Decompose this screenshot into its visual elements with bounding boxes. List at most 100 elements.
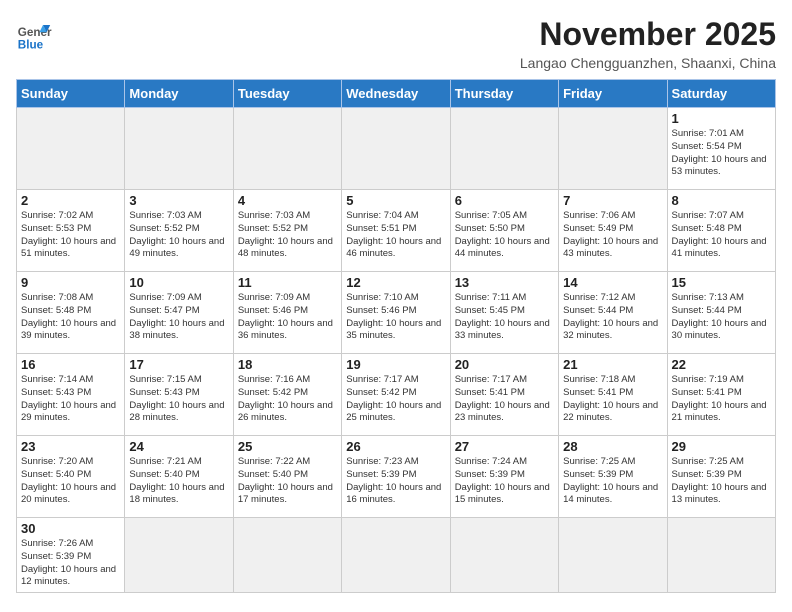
calendar-cell: 14 Sunrise: 7:12 AM Sunset: 5:44 PM Dayli… bbox=[559, 272, 667, 354]
calendar-cell: 12 Sunrise: 7:10 AM Sunset: 5:46 PM Dayli… bbox=[342, 272, 450, 354]
day-number: 23 bbox=[21, 439, 120, 454]
day-number: 25 bbox=[238, 439, 337, 454]
day-sun-info: Sunrise: 7:09 AM Sunset: 5:46 PM Dayligh… bbox=[238, 292, 337, 343]
calendar-cell: 4Sunrise: 7:03 AM Sunset: 5:52 PM Daylig… bbox=[233, 190, 341, 272]
day-sun-info: Sunrise: 7:11 AM Sunset: 5:45 PM Dayligh… bbox=[455, 292, 554, 343]
calendar-cell: 20 Sunrise: 7:17 AM Sunset: 5:41 PM Dayli… bbox=[450, 354, 558, 436]
day-sun-info: Sunrise: 7:02 AM Sunset: 5:53 PM Dayligh… bbox=[21, 210, 120, 261]
svg-text:Blue: Blue bbox=[18, 38, 44, 51]
calendar-week-row: 30 Sunrise: 7:26 AM Sunset: 5:39 PM Dayli… bbox=[17, 518, 776, 593]
day-number: 5 bbox=[346, 193, 445, 208]
calendar-cell bbox=[450, 108, 558, 190]
day-sun-info: Sunrise: 7:17 AM Sunset: 5:41 PM Dayligh… bbox=[455, 374, 554, 425]
day-sun-info: Sunrise: 7:09 AM Sunset: 5:47 PM Dayligh… bbox=[129, 292, 228, 343]
calendar-cell: 3 Sunrise: 7:03 AM Sunset: 5:52 PM Daylig… bbox=[125, 190, 233, 272]
day-number: 20 bbox=[455, 357, 554, 372]
day-sun-info: Sunrise: 7:20 AM Sunset: 5:40 PM Dayligh… bbox=[21, 456, 120, 507]
day-sun-info: Sunrise: 7:12 AM Sunset: 5:44 PM Dayligh… bbox=[563, 292, 662, 343]
calendar-cell: 9 Sunrise: 7:08 AM Sunset: 5:48 PM Daylig… bbox=[17, 272, 125, 354]
calendar-week-row: 1Sunrise: 7:01 AM Sunset: 5:54 PM Daylig… bbox=[17, 108, 776, 190]
location-subtitle: Langao Chengguanzhen, Shaanxi, China bbox=[520, 55, 776, 71]
day-sun-info: Sunrise: 7:01 AM Sunset: 5:54 PM Dayligh… bbox=[672, 128, 771, 179]
calendar-cell: 8Sunrise: 7:07 AM Sunset: 5:48 PM Daylig… bbox=[667, 190, 775, 272]
calendar-table: Sunday Monday Tuesday Wednesday Thursday… bbox=[16, 79, 776, 593]
calendar-cell bbox=[342, 518, 450, 593]
day-number: 3 bbox=[129, 193, 228, 208]
month-year-title: November 2025 bbox=[520, 16, 776, 53]
calendar-week-row: 2 Sunrise: 7:02 AM Sunset: 5:53 PM Daylig… bbox=[17, 190, 776, 272]
calendar-cell: 13Sunrise: 7:11 AM Sunset: 5:45 PM Dayli… bbox=[450, 272, 558, 354]
day-sun-info: Sunrise: 7:19 AM Sunset: 5:41 PM Dayligh… bbox=[672, 374, 771, 425]
calendar-cell: 29 Sunrise: 7:25 AM Sunset: 5:39 PM Dayli… bbox=[667, 436, 775, 518]
day-number: 28 bbox=[563, 439, 662, 454]
day-number: 2 bbox=[21, 193, 120, 208]
header-friday: Friday bbox=[559, 80, 667, 108]
calendar-cell: 25 Sunrise: 7:22 AM Sunset: 5:40 PM Dayli… bbox=[233, 436, 341, 518]
calendar-cell: 16Sunrise: 7:14 AM Sunset: 5:43 PM Dayli… bbox=[17, 354, 125, 436]
calendar-cell: 15 Sunrise: 7:13 AM Sunset: 5:44 PM Dayli… bbox=[667, 272, 775, 354]
day-number: 6 bbox=[455, 193, 554, 208]
calendar-cell bbox=[17, 108, 125, 190]
day-number: 9 bbox=[21, 275, 120, 290]
day-sun-info: Sunrise: 7:26 AM Sunset: 5:39 PM Dayligh… bbox=[21, 538, 120, 589]
day-sun-info: Sunrise: 7:10 AM Sunset: 5:46 PM Dayligh… bbox=[346, 292, 445, 343]
day-sun-info: Sunrise: 7:03 AM Sunset: 5:52 PM Dayligh… bbox=[129, 210, 228, 261]
day-number: 14 bbox=[563, 275, 662, 290]
page-header: General Blue November 2025 Langao Chengg… bbox=[16, 16, 776, 71]
calendar-cell: 21Sunrise: 7:18 AM Sunset: 5:41 PM Dayli… bbox=[559, 354, 667, 436]
calendar-cell: 19Sunrise: 7:17 AM Sunset: 5:42 PM Dayli… bbox=[342, 354, 450, 436]
day-sun-info: Sunrise: 7:16 AM Sunset: 5:42 PM Dayligh… bbox=[238, 374, 337, 425]
day-number: 7 bbox=[563, 193, 662, 208]
weekday-header-row: Sunday Monday Tuesday Wednesday Thursday… bbox=[17, 80, 776, 108]
calendar-cell: 24 Sunrise: 7:21 AM Sunset: 5:40 PM Dayli… bbox=[125, 436, 233, 518]
day-number: 26 bbox=[346, 439, 445, 454]
calendar-cell: 22 Sunrise: 7:19 AM Sunset: 5:41 PM Dayli… bbox=[667, 354, 775, 436]
header-saturday: Saturday bbox=[667, 80, 775, 108]
day-number: 8 bbox=[672, 193, 771, 208]
day-sun-info: Sunrise: 7:08 AM Sunset: 5:48 PM Dayligh… bbox=[21, 292, 120, 343]
header-monday: Monday bbox=[125, 80, 233, 108]
day-sun-info: Sunrise: 7:23 AM Sunset: 5:39 PM Dayligh… bbox=[346, 456, 445, 507]
day-number: 29 bbox=[672, 439, 771, 454]
day-sun-info: Sunrise: 7:24 AM Sunset: 5:39 PM Dayligh… bbox=[455, 456, 554, 507]
day-number: 24 bbox=[129, 439, 228, 454]
day-number: 15 bbox=[672, 275, 771, 290]
day-sun-info: Sunrise: 7:03 AM Sunset: 5:52 PM Dayligh… bbox=[238, 210, 337, 261]
calendar-week-row: 16Sunrise: 7:14 AM Sunset: 5:43 PM Dayli… bbox=[17, 354, 776, 436]
calendar-week-row: 9 Sunrise: 7:08 AM Sunset: 5:48 PM Daylig… bbox=[17, 272, 776, 354]
day-sun-info: Sunrise: 7:13 AM Sunset: 5:44 PM Dayligh… bbox=[672, 292, 771, 343]
day-number: 11 bbox=[238, 275, 337, 290]
calendar-week-row: 23 Sunrise: 7:20 AM Sunset: 5:40 PM Dayli… bbox=[17, 436, 776, 518]
day-number: 18 bbox=[238, 357, 337, 372]
day-number: 12 bbox=[346, 275, 445, 290]
day-number: 10 bbox=[129, 275, 228, 290]
header-thursday: Thursday bbox=[450, 80, 558, 108]
calendar-cell: 6Sunrise: 7:05 AM Sunset: 5:50 PM Daylig… bbox=[450, 190, 558, 272]
day-sun-info: Sunrise: 7:21 AM Sunset: 5:40 PM Dayligh… bbox=[129, 456, 228, 507]
logo-icon: General Blue bbox=[16, 16, 52, 52]
day-number: 22 bbox=[672, 357, 771, 372]
calendar-cell: 18 Sunrise: 7:16 AM Sunset: 5:42 PM Dayli… bbox=[233, 354, 341, 436]
calendar-cell bbox=[125, 518, 233, 593]
calendar-cell: 28Sunrise: 7:25 AM Sunset: 5:39 PM Dayli… bbox=[559, 436, 667, 518]
calendar-cell: 1Sunrise: 7:01 AM Sunset: 5:54 PM Daylig… bbox=[667, 108, 775, 190]
calendar-cell: 11 Sunrise: 7:09 AM Sunset: 5:46 PM Dayli… bbox=[233, 272, 341, 354]
day-sun-info: Sunrise: 7:25 AM Sunset: 5:39 PM Dayligh… bbox=[672, 456, 771, 507]
calendar-cell bbox=[559, 518, 667, 593]
day-sun-info: Sunrise: 7:22 AM Sunset: 5:40 PM Dayligh… bbox=[238, 456, 337, 507]
day-number: 16 bbox=[21, 357, 120, 372]
day-number: 17 bbox=[129, 357, 228, 372]
calendar-cell bbox=[233, 108, 341, 190]
day-number: 30 bbox=[21, 521, 120, 536]
calendar-cell: 23 Sunrise: 7:20 AM Sunset: 5:40 PM Dayli… bbox=[17, 436, 125, 518]
calendar-cell: 10 Sunrise: 7:09 AM Sunset: 5:47 PM Dayli… bbox=[125, 272, 233, 354]
day-sun-info: Sunrise: 7:04 AM Sunset: 5:51 PM Dayligh… bbox=[346, 210, 445, 261]
calendar-cell bbox=[559, 108, 667, 190]
calendar-cell bbox=[667, 518, 775, 593]
calendar-cell: 26 Sunrise: 7:23 AM Sunset: 5:39 PM Dayli… bbox=[342, 436, 450, 518]
day-number: 19 bbox=[346, 357, 445, 372]
header-sunday: Sunday bbox=[17, 80, 125, 108]
calendar-cell: 2 Sunrise: 7:02 AM Sunset: 5:53 PM Daylig… bbox=[17, 190, 125, 272]
day-sun-info: Sunrise: 7:06 AM Sunset: 5:49 PM Dayligh… bbox=[563, 210, 662, 261]
day-number: 21 bbox=[563, 357, 662, 372]
